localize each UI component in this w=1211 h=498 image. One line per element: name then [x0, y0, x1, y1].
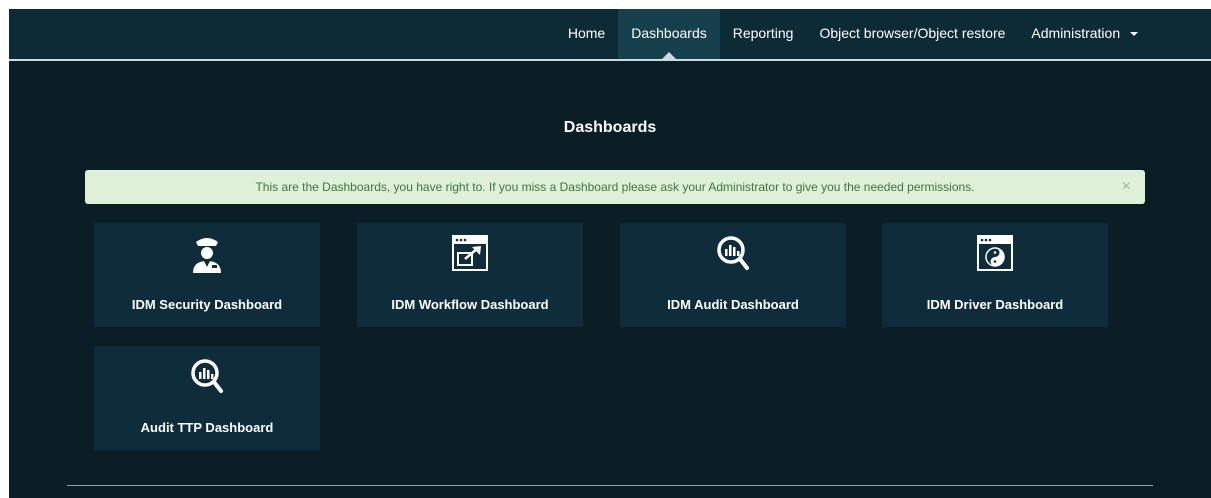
close-icon[interactable]: ×: [1122, 170, 1131, 204]
active-indicator-icon: [661, 52, 676, 59]
tile-idm-driver-dashboard[interactable]: IDM Driver Dashboard: [882, 223, 1108, 327]
nav-object-browser[interactable]: Object browser/Object restore: [806, 9, 1018, 59]
tile-idm-audit-dashboard[interactable]: IDM Audit Dashboard: [620, 223, 846, 327]
security-guard-icon: [193, 238, 221, 273]
nav-object-browser-label: Object browser/Object restore: [819, 25, 1006, 41]
nav-dashboards[interactable]: Dashboards: [618, 9, 720, 59]
tile-label: IDM Security Dashboard: [131, 297, 283, 312]
audit-magnifier-icon: [717, 236, 749, 270]
top-navbar: Home Dashboards Reporting Object browser…: [9, 9, 1211, 61]
tile-label: IDM Audit Dashboard: [667, 297, 799, 312]
app-window: Home Dashboards Reporting Object browser…: [9, 9, 1211, 498]
nav-administration[interactable]: Administration: [1018, 9, 1151, 59]
nav-home[interactable]: Home: [555, 9, 618, 59]
tile-label: IDM Driver Dashboard: [926, 297, 1064, 312]
caret-down-icon: [1130, 32, 1138, 37]
tile-idm-workflow-dashboard[interactable]: IDM Workflow Dashboard: [357, 223, 583, 327]
tile-idm-security-dashboard[interactable]: IDM Security Dashboard: [94, 223, 320, 327]
tile-label: Audit TTP Dashboard: [140, 420, 274, 435]
nav-dashboards-label: Dashboards: [631, 25, 707, 41]
driver-yin-yang-icon: [977, 235, 1013, 271]
nav-reporting-label: Reporting: [732, 25, 794, 41]
audit-magnifier-icon: [191, 359, 223, 393]
tile-label: IDM Workflow Dashboard: [391, 297, 549, 312]
nav-reporting[interactable]: Reporting: [720, 9, 807, 59]
info-alert: This are the Dashboards, you have right …: [85, 170, 1145, 204]
nav-menu: Home Dashboards Reporting Object browser…: [555, 9, 1151, 59]
alert-text: This are the Dashboards, you have right …: [255, 180, 975, 194]
footer-divider: [67, 485, 1153, 486]
nav-home-label: Home: [567, 25, 606, 41]
tile-audit-ttp-dashboard[interactable]: Audit TTP Dashboard: [94, 346, 320, 450]
nav-administration-label: Administration: [1031, 25, 1121, 41]
page-title: Dashboards: [563, 119, 657, 136]
workflow-window-icon: [452, 235, 488, 271]
